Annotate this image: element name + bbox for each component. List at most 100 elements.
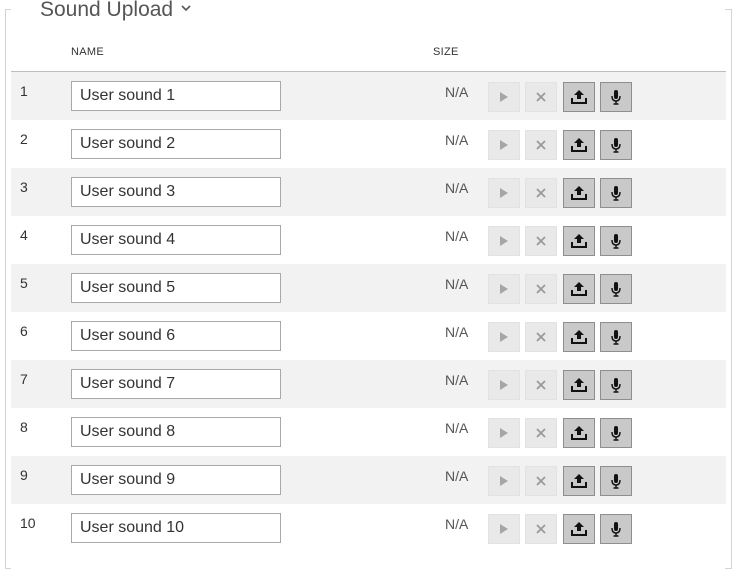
upload-button[interactable] bbox=[563, 82, 595, 112]
play-icon bbox=[500, 92, 508, 102]
play-icon bbox=[500, 428, 508, 438]
sound-name-input[interactable] bbox=[71, 225, 281, 255]
sound-name-input[interactable] bbox=[71, 177, 281, 207]
sound-row: 6 N/A bbox=[11, 312, 726, 360]
play-button[interactable] bbox=[488, 82, 520, 112]
row-index: 4 bbox=[20, 227, 28, 243]
record-button[interactable] bbox=[600, 322, 632, 352]
delete-button[interactable] bbox=[525, 370, 557, 400]
upload-icon bbox=[571, 90, 587, 104]
record-button[interactable] bbox=[600, 82, 632, 112]
delete-button[interactable] bbox=[525, 130, 557, 160]
upload-icon bbox=[571, 282, 587, 296]
upload-button[interactable] bbox=[563, 418, 595, 448]
microphone-icon bbox=[611, 474, 621, 489]
record-button[interactable] bbox=[600, 370, 632, 400]
upload-button[interactable] bbox=[563, 322, 595, 352]
play-button[interactable] bbox=[488, 322, 520, 352]
upload-button[interactable] bbox=[563, 178, 595, 208]
delete-button[interactable] bbox=[525, 274, 557, 304]
sound-name-input[interactable] bbox=[71, 321, 281, 351]
microphone-icon bbox=[611, 138, 621, 153]
delete-button[interactable] bbox=[525, 82, 557, 112]
row-index: 2 bbox=[20, 131, 28, 147]
frame-border-tick bbox=[725, 568, 731, 569]
sound-row: 7 N/A bbox=[11, 360, 726, 408]
upload-icon bbox=[571, 138, 587, 152]
play-icon bbox=[500, 284, 508, 294]
upload-button[interactable] bbox=[563, 466, 595, 496]
row-index: 7 bbox=[20, 371, 28, 387]
sound-name-input[interactable] bbox=[71, 129, 281, 159]
sound-name-input[interactable] bbox=[71, 513, 281, 543]
sound-name-input[interactable] bbox=[71, 417, 281, 447]
sound-list: 1 N/A 2 N/A bbox=[11, 72, 726, 552]
upload-button[interactable] bbox=[563, 514, 595, 544]
play-button[interactable] bbox=[488, 514, 520, 544]
record-button[interactable] bbox=[600, 226, 632, 256]
close-icon bbox=[536, 380, 546, 390]
delete-button[interactable] bbox=[525, 418, 557, 448]
sound-row: 8 N/A bbox=[11, 408, 726, 456]
row-index: 5 bbox=[20, 275, 28, 291]
frame-border-right bbox=[731, 9, 732, 569]
sound-row: 4 N/A bbox=[11, 216, 726, 264]
sound-size: N/A bbox=[445, 228, 469, 244]
sound-row: 2 N/A bbox=[11, 120, 726, 168]
play-button[interactable] bbox=[488, 370, 520, 400]
close-icon bbox=[536, 140, 546, 150]
microphone-icon bbox=[611, 522, 621, 537]
delete-button[interactable] bbox=[525, 178, 557, 208]
play-icon bbox=[500, 332, 508, 342]
sound-name-input[interactable] bbox=[71, 273, 281, 303]
microphone-icon bbox=[611, 426, 621, 441]
play-button[interactable] bbox=[488, 130, 520, 160]
play-button[interactable] bbox=[488, 226, 520, 256]
play-icon bbox=[500, 188, 508, 198]
play-button[interactable] bbox=[488, 466, 520, 496]
row-index: 3 bbox=[20, 179, 28, 195]
sound-name-input[interactable] bbox=[71, 369, 281, 399]
record-button[interactable] bbox=[600, 466, 632, 496]
sound-name-input[interactable] bbox=[71, 465, 281, 495]
sound-size: N/A bbox=[445, 276, 469, 292]
play-button[interactable] bbox=[488, 178, 520, 208]
frame-border-tick bbox=[5, 9, 11, 10]
close-icon bbox=[536, 92, 546, 102]
sound-size: N/A bbox=[445, 132, 469, 148]
play-button[interactable] bbox=[488, 418, 520, 448]
record-button[interactable] bbox=[600, 178, 632, 208]
microphone-icon bbox=[611, 234, 621, 249]
close-icon bbox=[536, 188, 546, 198]
sound-name-input[interactable] bbox=[71, 81, 281, 111]
section-header-toggle[interactable]: Sound Upload bbox=[40, 0, 196, 22]
upload-icon bbox=[571, 186, 587, 200]
upload-button[interactable] bbox=[563, 274, 595, 304]
row-index: 10 bbox=[20, 515, 36, 531]
close-icon bbox=[536, 332, 546, 342]
upload-icon bbox=[571, 522, 587, 536]
microphone-icon bbox=[611, 282, 621, 297]
play-icon bbox=[500, 380, 508, 390]
sound-row: 9 N/A bbox=[11, 456, 726, 504]
delete-button[interactable] bbox=[525, 226, 557, 256]
upload-icon bbox=[571, 474, 587, 488]
upload-button[interactable] bbox=[563, 130, 595, 160]
upload-icon bbox=[571, 378, 587, 392]
sound-row: 5 N/A bbox=[11, 264, 726, 312]
upload-button[interactable] bbox=[563, 370, 595, 400]
record-button[interactable] bbox=[600, 274, 632, 304]
play-button[interactable] bbox=[488, 274, 520, 304]
delete-button[interactable] bbox=[525, 466, 557, 496]
sound-row: 3 N/A bbox=[11, 168, 726, 216]
sound-size: N/A bbox=[445, 516, 469, 532]
record-button[interactable] bbox=[600, 130, 632, 160]
delete-button[interactable] bbox=[525, 322, 557, 352]
upload-button[interactable] bbox=[563, 226, 595, 256]
close-icon bbox=[536, 236, 546, 246]
play-icon bbox=[500, 140, 508, 150]
record-button[interactable] bbox=[600, 418, 632, 448]
delete-button[interactable] bbox=[525, 514, 557, 544]
record-button[interactable] bbox=[600, 514, 632, 544]
microphone-icon bbox=[611, 378, 621, 393]
